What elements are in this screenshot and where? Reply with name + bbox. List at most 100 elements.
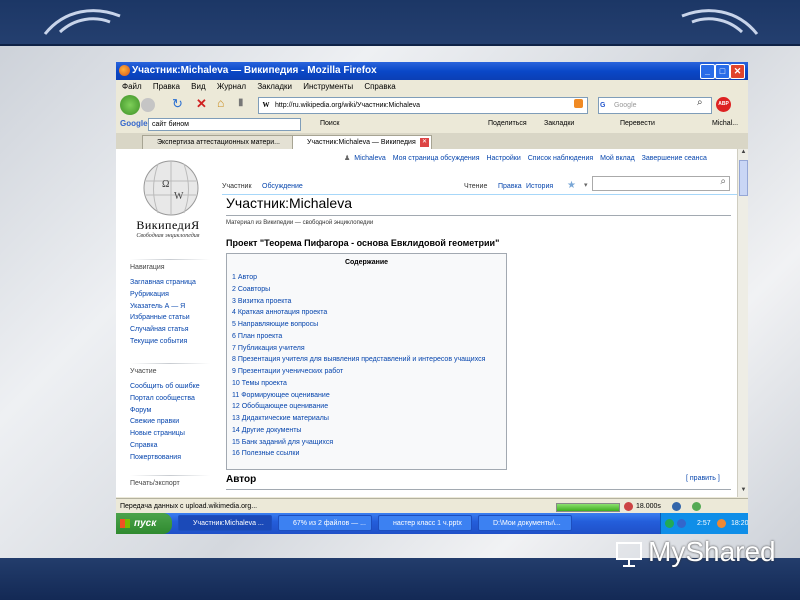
page-title: Участник:Michaleva (226, 195, 352, 211)
tab-read[interactable]: Чтение (464, 183, 487, 190)
toc-item[interactable]: 11 Формирующее оценивание (227, 390, 506, 402)
toc-item[interactable]: 14 Другие документы (227, 425, 506, 437)
scroll-thumb[interactable] (739, 160, 748, 196)
personal-link[interactable]: Настройки (486, 155, 520, 162)
menu-edit[interactable]: Правка (153, 82, 180, 91)
toc-item[interactable]: 12 Обобщающее оценивание (227, 401, 506, 413)
start-button[interactable]: пуск (116, 513, 172, 534)
sidebar-link[interactable]: Случайная статья (130, 324, 218, 336)
vertical-scrollbar[interactable]: ▲ ▼ (737, 149, 748, 497)
sidebar-link[interactable]: Форум (130, 405, 218, 417)
reload-icon[interactable]: ↻ (172, 96, 183, 112)
scroll-down-icon[interactable]: ▼ (738, 487, 748, 497)
tray-icon[interactable] (665, 519, 674, 528)
task-label: D:\Мои документы\... (493, 520, 561, 527)
toc-item[interactable]: 15 Банк заданий для учащихся (227, 437, 506, 449)
address-bar[interactable]: W http://ru.wikipedia.org/wiki/Участник:… (258, 97, 588, 114)
maximize-button[interactable]: □ (715, 64, 730, 79)
sidebar-link[interactable]: Портал сообщества (130, 393, 218, 405)
home-icon[interactable]: ⌂ (217, 96, 224, 110)
toc-item[interactable]: 8 Презентация учителя для выявления пред… (227, 354, 506, 366)
toc-item[interactable]: 4 Краткая аннотация проекта (227, 307, 506, 319)
google-toolbar-input[interactable]: сайт бином (148, 118, 301, 131)
menu-tools[interactable]: Инструменты (303, 82, 353, 91)
sidebar-link[interactable]: Текущие события (130, 336, 218, 348)
toc-item[interactable]: 7 Публикация учителя (227, 343, 506, 355)
tab-history[interactable]: История (526, 183, 553, 190)
menu-bar: Файл Правка Вид Журнал Закладки Инструме… (116, 80, 748, 94)
taskbar-task-folder[interactable]: D:\Мои документы\... (478, 515, 572, 531)
google-search-button[interactable]: Поиск (320, 116, 339, 132)
tab-inactive[interactable]: Экспертиза аттестационных матери... (142, 135, 296, 149)
user-button[interactable]: Michal... (712, 116, 738, 132)
tab-active[interactable]: Участник:Michaleva — Википедия ✕ (292, 135, 432, 149)
toc-item[interactable]: 9 Презентации ученических работ (227, 366, 506, 378)
taskbar-task-firefox[interactable]: Участник:Michaleva ... (178, 515, 272, 531)
toc-item[interactable]: 2 Соавторы (227, 284, 506, 296)
sidebar-link[interactable]: Свежие правки (130, 416, 218, 428)
forward-button[interactable] (141, 98, 155, 112)
clock: 18:20 (731, 520, 748, 527)
stats-icon[interactable]: ▮ (238, 97, 244, 108)
more-dropdown-icon[interactable]: ▾ (584, 181, 588, 189)
minimize-button[interactable]: _ (700, 64, 715, 79)
start-label: пуск (134, 518, 157, 529)
toc-item[interactable]: 6 План проекта (227, 331, 506, 343)
sidebar-link[interactable]: Пожертвования (130, 452, 218, 464)
translate-button[interactable]: Перевести (620, 116, 655, 132)
tray-time-left: 2:57 (697, 520, 711, 527)
toc-title: Содержание (344, 259, 389, 266)
close-button[interactable]: ✕ (730, 64, 745, 79)
toc-item[interactable]: 13 Дидактические материалы (227, 413, 506, 425)
menu-view[interactable]: Вид (191, 82, 205, 91)
rss-icon[interactable] (574, 99, 583, 108)
edit-section-link[interactable]: [ править ] (686, 475, 720, 482)
toc-item[interactable]: 5 Направляющие вопросы (227, 319, 506, 331)
toc-item[interactable]: 1 Автор (227, 272, 506, 284)
sidebar-link[interactable]: Заглавная страница (130, 277, 218, 289)
menu-help[interactable]: Справка (364, 82, 395, 91)
svg-text:Ω: Ω (162, 179, 169, 190)
divider (226, 489, 731, 490)
personal-link[interactable]: Завершение сеанса (642, 155, 707, 162)
personal-link[interactable]: Список наблюдения (528, 155, 593, 162)
search-icon[interactable]: ⌕ (720, 176, 726, 187)
stop-icon[interactable]: ✕ (196, 96, 207, 112)
tab-close-icon[interactable]: ✕ (420, 138, 429, 147)
adblock-icon[interactable]: ABP (716, 97, 731, 112)
sidebar-link[interactable]: Новые страницы (130, 428, 218, 440)
tab-edit[interactable]: Правка (498, 183, 522, 190)
menu-bookmarks[interactable]: Закладки (257, 82, 292, 91)
toc-item[interactable]: 3 Визитка проекта (227, 296, 506, 308)
task-label: Участник:Michaleva ... (193, 520, 264, 527)
sidebar-link[interactable]: Рубрикация (130, 289, 218, 301)
slide-top-band (0, 0, 800, 46)
toc-item[interactable]: 16 Полезные ссылки (227, 448, 506, 460)
sidebar-link[interactable]: Избранные статьи (130, 312, 218, 324)
bookmarks-button[interactable]: Закладки (544, 116, 574, 132)
menu-history[interactable]: Журнал (217, 82, 246, 91)
back-button[interactable] (120, 95, 140, 115)
tab-discussion[interactable]: Обсуждение (262, 183, 303, 190)
search-field[interactable]: G Google (598, 97, 712, 114)
personal-link[interactable]: Моя страница обсуждения (393, 155, 480, 162)
taskbar-task-pptx[interactable]: настер класс 1 ч.pptx (378, 515, 472, 531)
share-button[interactable]: Поделиться (488, 116, 527, 132)
site-subtitle: Материал из Википедии — свободной энцикл… (226, 220, 374, 226)
personal-link[interactable]: Michaleva (354, 155, 386, 162)
taskbar-task-downloads[interactable]: 67% из 2 файлов — ... (278, 515, 372, 531)
sidebar-link[interactable]: Справка (130, 440, 218, 452)
tray-icon[interactable] (717, 519, 726, 528)
tab-user-page[interactable]: Участник (222, 183, 252, 190)
scroll-up-icon[interactable]: ▲ (738, 149, 748, 159)
toc-item[interactable]: 10 Темы проекта (227, 378, 506, 390)
search-go-icon[interactable]: ⌕ (697, 97, 703, 108)
watch-star-icon[interactable]: ★ (567, 180, 576, 191)
presentation-icon (616, 541, 642, 567)
personal-link[interactable]: Мой вклад (600, 155, 635, 162)
sidebar-link[interactable]: Сообщить об ошибке (130, 381, 218, 393)
menu-file[interactable]: Файл (122, 82, 142, 91)
sidebar-link[interactable]: Указатель А — Я (130, 301, 218, 313)
tray-icon[interactable] (677, 519, 686, 528)
wiki-search-input[interactable]: ⌕ (592, 176, 730, 191)
